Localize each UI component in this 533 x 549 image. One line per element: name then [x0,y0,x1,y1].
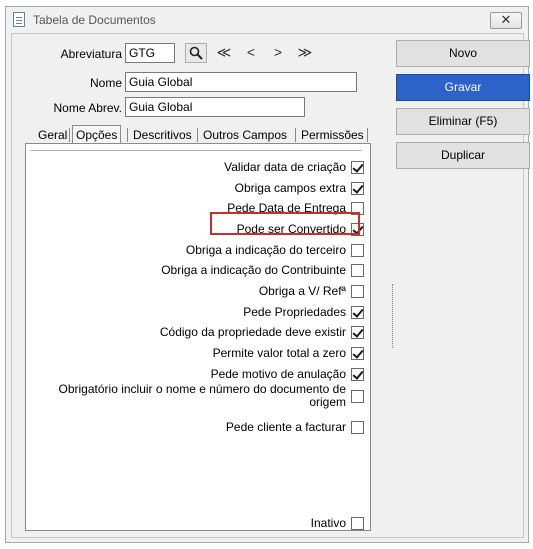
option-label: Validar data de criação [224,160,346,174]
option-row[interactable]: Pede cliente a facturar [226,419,364,435]
tab-divider [197,128,198,142]
abreviatura-label: Abreviatura [60,47,122,61]
option-row[interactable]: Código da propriedade deve existir [160,324,364,340]
option-row[interactable]: Obriga a indicação do terceiro [186,242,364,258]
document-icon [13,12,25,27]
options-panel: Validar data de criação Obriga campos ex… [25,143,371,531]
tab-divider [295,128,296,142]
option-checkbox[interactable] [351,420,364,434]
option-checkbox[interactable] [351,367,364,381]
option-label: Permite valor total a zero [212,346,346,360]
option-checkbox[interactable] [351,160,364,174]
option-label: Obriga a V/ Refª [258,284,346,298]
option-label: Obriga a indicação do terceiro [185,243,346,257]
eliminar-button[interactable]: Eliminar (F5) [396,108,530,135]
option-label: Pede cliente a facturar [225,420,346,434]
option-label: Código da propriedade deve existir [159,325,346,339]
option-row[interactable]: Obrigatório incluir o nome e número do d… [56,382,364,410]
tab-opcoes[interactable]: Opções [72,125,122,144]
novo-button[interactable]: Novo [396,40,530,67]
option-checkbox[interactable] [351,305,364,319]
tab-geral[interactable]: Geral [38,127,67,143]
option-label: Obriga campos extra [234,181,346,195]
option-row[interactable]: Permite valor total a zero [213,345,364,361]
dialog-body: Abreviatura ≪ < > ≫ Nome Nome Abrev. Ger… [11,33,530,538]
tab-divider [69,128,70,142]
inativo-label: Inativo [310,516,346,530]
option-checkbox[interactable] [351,243,364,257]
option-label: Pede Propriedades [243,305,346,319]
gravar-button[interactable]: Gravar [396,74,530,101]
abreviatura-field[interactable] [125,43,175,63]
last-record-button[interactable]: ≫ [294,43,316,63]
option-label: Obriga a indicação do Contribuinte [161,263,346,277]
option-checkbox[interactable] [351,325,364,339]
previous-record-button[interactable]: < [240,43,262,63]
option-checkbox[interactable] [351,389,364,403]
option-row[interactable]: Pede motivo de anulação [211,366,364,382]
close-button[interactable]: ✕ [490,12,522,29]
nome-label: Nome [89,76,122,90]
option-row[interactable]: Validar data de criação [224,159,364,175]
nome-abrev-label: Nome Abrev. [53,101,122,115]
nome-abrev-field[interactable] [125,97,305,117]
search-icon [189,46,203,60]
option-row[interactable]: Pede Propriedades [243,304,364,320]
title-bar: Tabela de Documentos ✕ [6,7,528,33]
inativo-checkbox[interactable] [351,516,364,530]
tab-permissoes[interactable]: Permissões [301,127,364,143]
splitter-grip[interactable] [392,284,393,348]
option-checkbox[interactable] [351,284,364,298]
option-row[interactable]: Obriga a V/ Refª [259,283,364,299]
option-checkbox[interactable] [351,181,364,195]
window-title: Tabela de Documentos [33,13,156,27]
inativo-row[interactable]: Inativo [311,515,364,531]
search-button[interactable] [185,43,207,63]
first-record-button[interactable]: ≪ [213,43,235,63]
highlight-box [210,212,360,235]
duplicar-button[interactable]: Duplicar [396,142,530,169]
panel-separator [30,150,362,151]
nome-field[interactable] [125,72,357,92]
option-row[interactable]: Obriga a indicação do Contribuinte [161,262,364,278]
next-record-button[interactable]: > [267,43,289,63]
tab-divider [367,128,368,142]
option-row[interactable]: Obriga campos extra [235,180,364,196]
option-label: Obrigatório incluir o nome e número do d… [58,382,347,409]
tab-outros-campos[interactable]: Outros Campos [203,127,287,143]
option-label: Pede motivo de anulação [210,367,346,381]
tab-divider [127,128,128,142]
option-checkbox[interactable] [351,263,364,277]
option-checkbox[interactable] [351,346,364,360]
dialog-window: Tabela de Documentos ✕ Abreviatura ≪ < >… [5,6,530,543]
tab-descritivos[interactable]: Descritivos [133,127,192,143]
